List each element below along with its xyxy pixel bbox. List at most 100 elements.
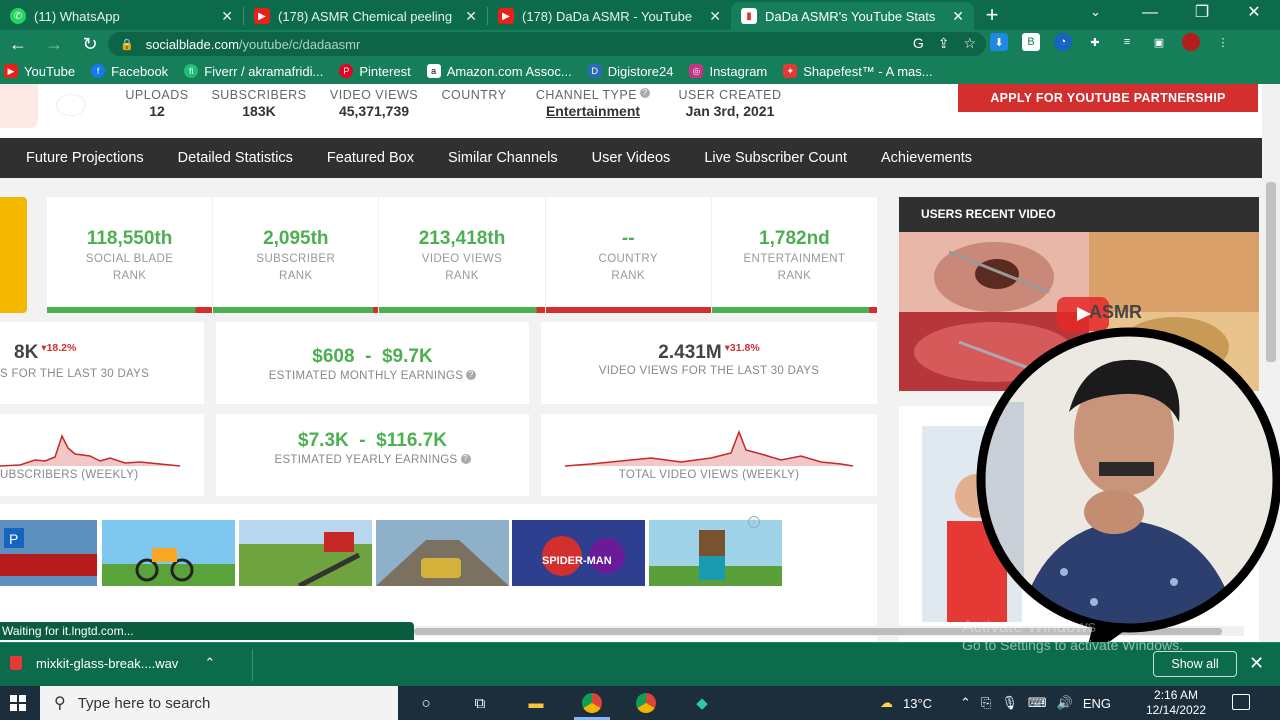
menu-icon[interactable]: ⋮ — [1214, 33, 1232, 51]
notification-icon[interactable] — [1232, 694, 1250, 710]
restore-icon[interactable]: ❐ — [1176, 0, 1228, 30]
b-ext-icon[interactable]: B — [1022, 33, 1040, 51]
task-view-icon[interactable]: ⧉ — [468, 691, 492, 715]
filmora-icon[interactable]: ◆ — [690, 691, 714, 715]
new-tab-button[interactable]: + — [974, 2, 1010, 30]
rank-bar — [47, 307, 213, 313]
clock[interactable]: 2:16 AM 12/14/2022 — [1146, 688, 1206, 718]
bookmark-facebook[interactable]: f Facebook — [91, 64, 168, 79]
divider — [252, 649, 253, 681]
label-text: ESTIMATED YEARLY EARNINGS — [274, 454, 458, 466]
rank-social-blade: 118,550th SOCIAL BLADE RANK — [47, 197, 214, 313]
puzzle-icon[interactable]: ✚ — [1086, 33, 1104, 51]
nav-achievements[interactable]: Achievements — [881, 150, 972, 166]
windows-start-icon[interactable] — [10, 695, 26, 711]
parking-bus-game: P — [0, 528, 97, 576]
tab-asmr-peeling[interactable]: ▶ (178) ASMR Chemical peeling ✕ — [244, 2, 487, 30]
monthly-earnings-value: $608 - $9.7K — [312, 346, 433, 367]
cortana-icon[interactable]: ○ — [414, 691, 438, 715]
tab-title: DaDa ASMR's YouTube Stats — [765, 8, 936, 24]
tab-whatsapp[interactable]: ✆ (11) WhatsApp ✕ — [0, 2, 243, 30]
close-icon[interactable]: ✕ — [952, 8, 964, 25]
star-icon[interactable]: ☆ — [963, 35, 976, 52]
help-icon[interactable]: ? — [460, 454, 471, 464]
taskbar-search[interactable]: ⚲ Type here to search — [40, 686, 398, 720]
ad-thumb-bike[interactable] — [102, 520, 235, 586]
bookmark-pinterest[interactable]: P Pinterest — [339, 64, 411, 79]
nav-live-subscriber-count[interactable]: Live Subscriber Count — [704, 150, 847, 166]
apply-partnership-button[interactable]: APPLY FOR YOUTUBE PARTNERSHIP — [958, 84, 1258, 112]
sidepanel-icon[interactable]: ▣ — [1150, 33, 1168, 51]
bookmark-shapefest[interactable]: ✦ Shapefest™ - A mas... — [783, 64, 933, 79]
window-controls: — ❐ ✕ — [1124, 0, 1280, 30]
heart-icon — [56, 94, 86, 116]
temperature[interactable]: 13°C — [903, 696, 932, 711]
search-icon: ⚲ — [54, 695, 66, 712]
rank-label: RANK — [279, 270, 313, 282]
nav-future-projections[interactable]: Future Projections — [26, 150, 144, 166]
ad-thumb-spiderman[interactable]: SPIDER-MAN — [512, 520, 645, 586]
tab-dada-youtube[interactable]: ▶ (178) DaDa ASMR - YouTube ✕ — [488, 2, 731, 30]
ad-info-icon[interactable]: i — [748, 516, 760, 528]
show-all-button[interactable]: Show all — [1153, 651, 1237, 677]
views-30-delta: ▾31.8% — [724, 342, 760, 354]
back-icon[interactable]: ← — [0, 34, 36, 55]
address-bar[interactable]: 🔒 socialblade.com/youtube/c/dadaasmr G ⇪… — [108, 32, 986, 56]
bookmark-amazon[interactable]: a Amazon.com Assoc... — [426, 64, 572, 79]
c-ext-icon[interactable]: ◔ — [1054, 33, 1072, 51]
close-icon[interactable]: ✕ — [221, 8, 233, 25]
network-icon[interactable]: ⌨ — [1028, 695, 1047, 711]
usb-icon[interactable]: ⎘ — [981, 695, 991, 711]
ad-thumb-parking[interactable]: P — [0, 520, 97, 586]
download-ext-icon[interactable]: ⬇ — [990, 33, 1008, 51]
yearly-earnings-card: $7.3K - $116.7K ESTIMATED YEARLY EARNING… — [216, 414, 529, 496]
rank-label: RANK — [445, 270, 479, 282]
nav-featured-box[interactable]: Featured Box — [327, 150, 414, 166]
ad-thumb-farm[interactable] — [239, 520, 372, 586]
clock-date: 12/14/2022 — [1146, 703, 1207, 717]
nav-detailed-statistics[interactable]: Detailed Statistics — [178, 150, 293, 166]
volume-icon[interactable]: 🔊 — [1057, 695, 1073, 711]
ad-thumb-car[interactable] — [376, 520, 509, 586]
bookmark-fiverr[interactable]: fi Fiverr / akramafridi... — [184, 64, 323, 79]
download-item[interactable]: mixkit-glass-break....wav ⌃ — [10, 655, 215, 671]
chrome-icon[interactable] — [580, 691, 604, 715]
ad-thumb-minecraft[interactable] — [649, 520, 782, 586]
chevron-up-icon[interactable]: ⌃ — [960, 695, 971, 711]
google-icon[interactable]: G — [913, 35, 924, 52]
watermark-line1: Activate Windows — [962, 617, 1097, 636]
subs-30-value: 8K ▾18.2% — [14, 342, 76, 364]
help-icon[interactable]: ? — [640, 88, 651, 98]
avatar[interactable] — [1182, 33, 1200, 51]
bookmark-instagram[interactable]: ◎ Instagram — [689, 64, 767, 79]
close-icon[interactable]: ✕ — [709, 8, 721, 25]
bookmark-youtube[interactable]: ▶ YouTube — [4, 64, 75, 79]
close-icon[interactable]: ✕ — [1249, 653, 1264, 674]
share-icon[interactable]: ⇪ — [938, 35, 950, 52]
minimize-icon[interactable]: — — [1124, 0, 1176, 30]
tab-search-chevron-icon[interactable]: ⌄ — [1090, 4, 1101, 20]
svg-text:SPIDER-MAN: SPIDER-MAN — [542, 555, 612, 567]
rank-subscriber: 2,095th SUBSCRIBER RANK — [213, 197, 380, 313]
file-explorer-icon[interactable]: ▬ — [524, 691, 548, 715]
stat-channel-type: CHANNEL TYPE? Entertainment — [528, 88, 658, 119]
chrome-icon[interactable] — [634, 691, 658, 715]
tab-socialblade[interactable]: ▮ DaDa ASMR's YouTube Stats ✕ — [731, 2, 974, 30]
channel-type-link[interactable]: Entertainment — [528, 103, 658, 119]
nav-similar-channels[interactable]: Similar Channels — [448, 150, 558, 166]
reload-icon[interactable]: ↻ — [72, 34, 108, 55]
mic-icon[interactable]: 🎙 — [1001, 695, 1018, 711]
nav-user-videos[interactable]: User Videos — [592, 150, 671, 166]
help-icon[interactable]: ? — [466, 370, 477, 380]
weather-icon[interactable]: ☁ — [880, 695, 893, 711]
rank-label: RANK — [611, 270, 645, 282]
reading-list-icon[interactable]: ≡ — [1118, 33, 1136, 51]
audio-file-icon — [10, 656, 22, 670]
close-icon[interactable]: ✕ — [465, 8, 477, 25]
bookmark-digistore[interactable]: D Digistore24 — [587, 64, 673, 79]
fiverr-icon: fi — [184, 64, 199, 78]
forward-icon[interactable]: → — [36, 34, 72, 55]
close-window-icon[interactable]: ✕ — [1228, 0, 1280, 30]
language-indicator[interactable]: ENG — [1083, 696, 1111, 711]
chevron-up-icon[interactable]: ⌃ — [204, 655, 215, 671]
